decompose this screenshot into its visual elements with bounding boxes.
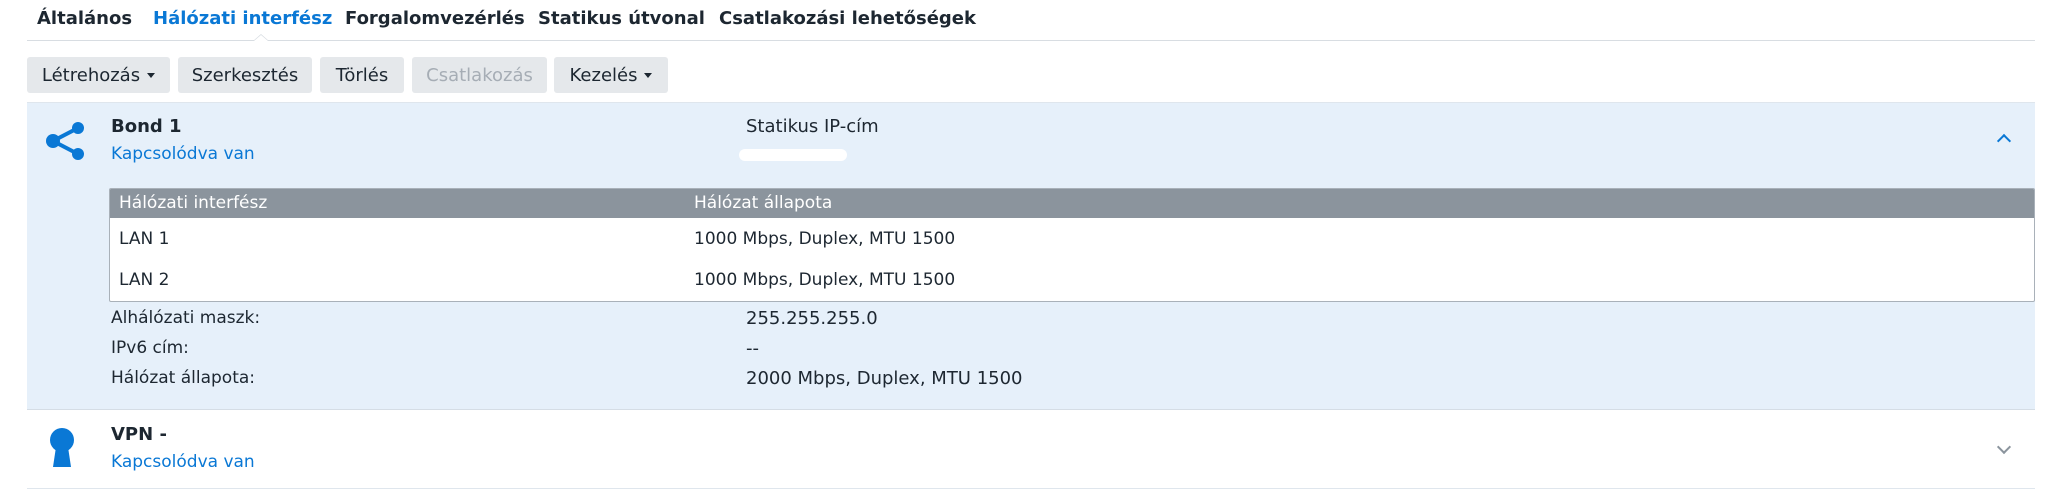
subnet-mask-value: 255.255.255.0 <box>746 308 878 329</box>
interface-cell: LAN 2 <box>119 270 170 290</box>
table-header: Hálózati interfész Hálózat állapota <box>110 189 2034 218</box>
ipv6-label: IPv6 cím: <box>111 338 189 358</box>
table-row[interactable]: LAN 1 1000 Mbps, Duplex, MTU 1500 <box>110 218 2034 259</box>
share-icon <box>44 119 88 168</box>
table-row[interactable]: LAN 2 1000 Mbps, Duplex, MTU 1500 <box>110 259 2034 300</box>
active-tab-indicator <box>253 34 269 41</box>
caret-down-icon <box>644 72 653 78</box>
delete-button[interactable]: Törlés <box>320 57 404 93</box>
tab-static-route[interactable]: Statikus útvonal <box>538 8 705 29</box>
redacted-ip-address <box>739 149 847 161</box>
connection-status: Kapcsolódva van <box>111 144 255 164</box>
ip-mode: Statikus IP-cím <box>746 116 879 137</box>
interface-cell: LAN 1 <box>119 229 170 249</box>
ipv6-value: -- <box>746 338 759 359</box>
column-header-interface: Hálózati interfész <box>119 193 268 213</box>
vpn-interface-card[interactable]: VPN - Kapcsolódva van <box>27 412 2035 489</box>
manage-button-label: Kezelés <box>569 64 638 86</box>
tab-traffic-control[interactable]: Forgalomvezérlés <box>345 8 525 29</box>
bond-interface-card[interactable]: Bond 1 Kapcsolódva van Statikus IP-cím H… <box>27 102 2035 410</box>
tab-bar: Általános Hálózati interfész Forgalomvez… <box>27 0 2035 41</box>
keyhole-icon <box>45 427 79 476</box>
chevron-down-icon[interactable] <box>1996 439 2012 455</box>
network-status-label: Hálózat állapota: <box>111 368 256 388</box>
connect-button[interactable]: Csatlakozás <box>412 57 547 93</box>
status-cell: 1000 Mbps, Duplex, MTU 1500 <box>694 270 956 290</box>
interface-table: Hálózati interfész Hálózat állapota LAN … <box>109 188 2035 302</box>
manage-button[interactable]: Kezelés <box>554 57 668 93</box>
interface-name: VPN - <box>111 424 167 445</box>
create-button-label: Létrehozás <box>41 64 141 86</box>
subnet-mask-label: Alhálózati maszk: <box>111 308 261 328</box>
interface-name: Bond 1 <box>111 116 182 137</box>
delete-button-label: Törlés <box>335 64 389 86</box>
column-header-status: Hálózat állapota <box>694 193 833 213</box>
create-button[interactable]: Létrehozás <box>27 57 170 93</box>
status-cell: 1000 Mbps, Duplex, MTU 1500 <box>694 229 956 249</box>
tab-general[interactable]: Általános <box>37 8 132 29</box>
chevron-up-icon[interactable] <box>1996 133 2012 149</box>
edit-button[interactable]: Szerkesztés <box>178 57 312 93</box>
edit-button-label: Szerkesztés <box>191 64 299 86</box>
connection-status: Kapcsolódva van <box>111 452 255 472</box>
tab-connectivity[interactable]: Csatlakozási lehetőségek <box>719 8 976 29</box>
caret-down-icon <box>147 72 156 78</box>
network-status-value: 2000 Mbps, Duplex, MTU 1500 <box>746 368 1023 389</box>
tab-network-interface[interactable]: Hálózati interfész <box>153 8 332 29</box>
connect-button-label: Csatlakozás <box>426 64 533 86</box>
